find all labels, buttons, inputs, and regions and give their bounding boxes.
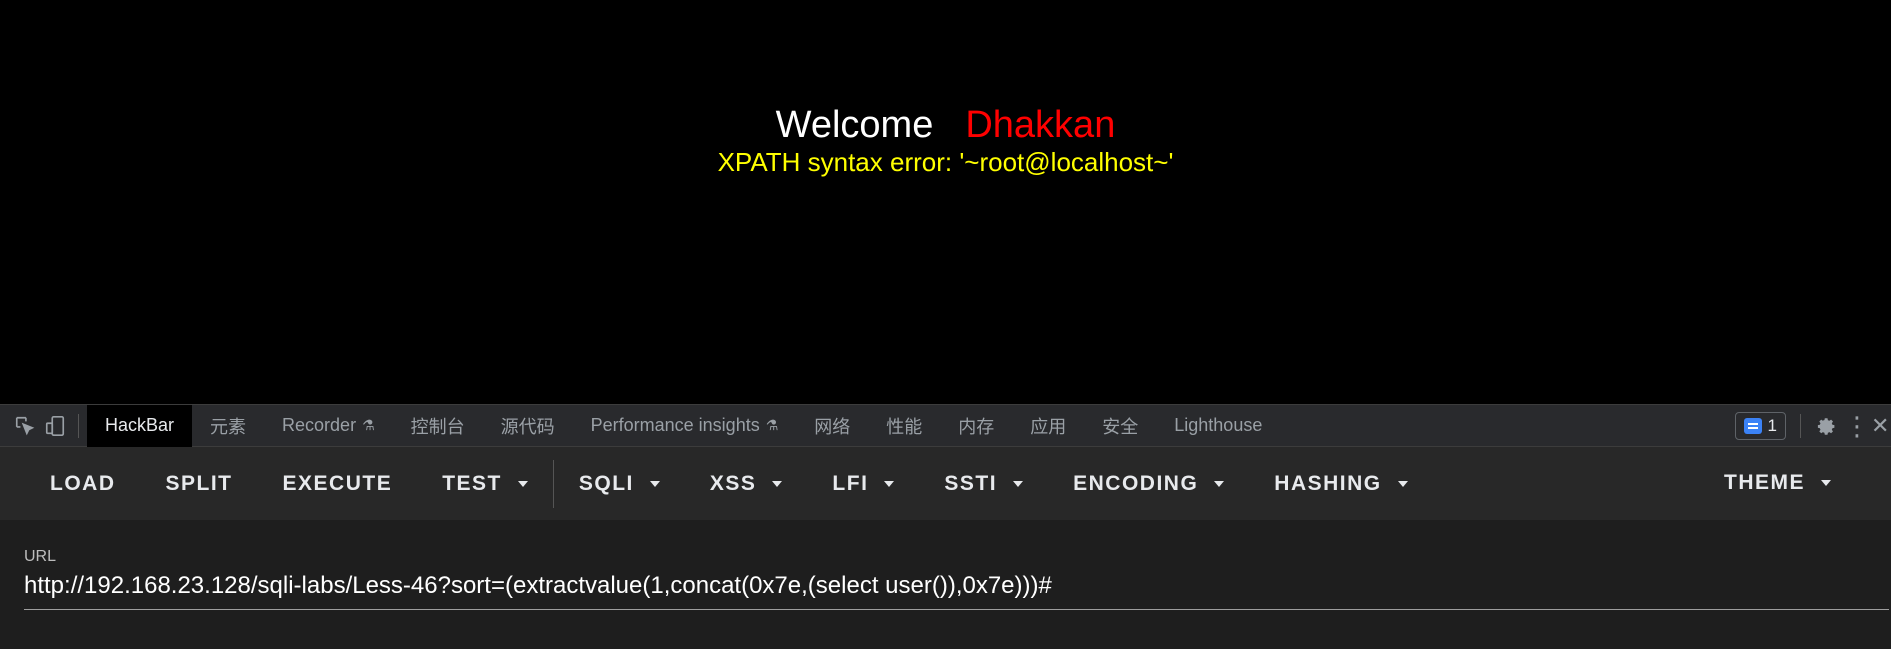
right-separator bbox=[1800, 414, 1801, 438]
issues-count: 1 bbox=[1767, 416, 1777, 435]
tab-label: 元素 bbox=[210, 416, 247, 437]
sqli-dropdown[interactable]: SQLI bbox=[554, 460, 685, 508]
page-viewport: Welcome Dhakkan XPATH syntax error: '~roo… bbox=[0, 0, 1891, 404]
devtools-panel: HackBar 元素 Recorder ⚗ 控制台 源代码 Performance insi… bbox=[0, 404, 1891, 649]
encoding-dropdown[interactable]: ENCODING bbox=[1048, 460, 1249, 508]
tab-label: 安全 bbox=[1102, 416, 1139, 437]
message-icon bbox=[1743, 418, 1762, 434]
tab-1[interactable]: 元素 bbox=[192, 405, 264, 447]
inspect-element-icon[interactable] bbox=[10, 405, 40, 447]
xss-dropdown[interactable]: XSS bbox=[685, 460, 808, 508]
tab-label: 源代码 bbox=[500, 416, 555, 437]
tab-label: 内存 bbox=[958, 416, 995, 437]
hashing-label: HASHING bbox=[1274, 471, 1382, 495]
test-label: TEST bbox=[442, 471, 502, 495]
chevron-down-icon bbox=[649, 480, 660, 487]
close-devtools-icon[interactable]: ✕ bbox=[1871, 405, 1891, 447]
theme-label: THEME bbox=[1724, 471, 1805, 494]
ssti-dropdown[interactable]: SSTI bbox=[919, 460, 1048, 508]
load-label: LOAD bbox=[50, 471, 116, 495]
more-options-icon[interactable]: ⋮ bbox=[1843, 405, 1871, 447]
tab-0[interactable]: HackBar bbox=[87, 404, 193, 447]
device-toolbar-icon[interactable] bbox=[40, 405, 70, 447]
tab-8[interactable]: 内存 bbox=[940, 405, 1012, 447]
sqli-label: SQLI bbox=[578, 471, 634, 495]
tab-label: 应用 bbox=[1030, 416, 1067, 437]
error-message: XPATH syntax error: '~root@localhost~' bbox=[717, 147, 1174, 177]
encoding-label: ENCODING bbox=[1073, 471, 1199, 495]
tab-label: 网络 bbox=[814, 416, 851, 437]
tab-label: 控制台 bbox=[410, 416, 465, 437]
tab-label: HackBar bbox=[105, 415, 175, 435]
execute-button[interactable]: EXECUTE bbox=[258, 460, 418, 508]
devtools-tab-list: HackBar 元素 Recorder ⚗ 控制台 源代码 Performance insi… bbox=[87, 404, 1280, 447]
url-underline bbox=[24, 609, 1889, 610]
tab-label: Recorder bbox=[282, 415, 357, 435]
chevron-down-icon bbox=[884, 480, 895, 487]
lfi-dropdown[interactable]: LFI bbox=[807, 460, 919, 508]
flask-icon: ⚗ bbox=[362, 417, 375, 433]
tab-label: Performance insights bbox=[590, 415, 760, 435]
tab-6[interactable]: 网络 bbox=[796, 405, 868, 447]
xss-label: XSS bbox=[709, 471, 757, 495]
url-panel: URL http://192.168.23.128/sqli-labs/Less… bbox=[0, 520, 1891, 649]
tab-label: Lighthouse bbox=[1174, 415, 1263, 435]
chevron-down-icon bbox=[1397, 480, 1408, 487]
test-dropdown[interactable]: TEST bbox=[417, 460, 553, 508]
tab-5[interactable]: Performance insights ⚗ bbox=[573, 405, 797, 447]
ssti-label: SSTI bbox=[944, 471, 998, 495]
chevron-down-icon bbox=[1821, 480, 1831, 486]
tab-label: 性能 bbox=[886, 416, 923, 437]
split-button[interactable]: SPLIT bbox=[141, 460, 258, 508]
load-button[interactable]: LOAD bbox=[25, 460, 141, 508]
gear-icon[interactable] bbox=[1807, 405, 1843, 447]
split-label: SPLIT bbox=[165, 471, 233, 495]
execute-label: EXECUTE bbox=[282, 471, 393, 495]
tab-4[interactable]: 源代码 bbox=[483, 405, 573, 447]
welcome-line: Welcome Dhakkan bbox=[0, 102, 1891, 148]
url-label: URL bbox=[24, 548, 57, 565]
devtools-tabbar: HackBar 元素 Recorder ⚗ 控制台 源代码 Performance insi… bbox=[0, 404, 1891, 447]
hashing-dropdown[interactable]: HASHING bbox=[1249, 460, 1432, 508]
lfi-label: LFI bbox=[832, 471, 869, 495]
tabbar-separator bbox=[78, 413, 79, 438]
hackbar-toolbar: LOAD SPLIT EXECUTE TEST SQLI XSS LFI SST… bbox=[0, 447, 1891, 520]
chevron-down-icon bbox=[517, 480, 528, 487]
chevron-down-icon bbox=[1214, 480, 1225, 487]
flask-icon: ⚗ bbox=[765, 417, 779, 433]
tab-2[interactable]: Recorder ⚗ bbox=[264, 405, 393, 447]
url-input[interactable]: http://192.168.23.128/sqli-labs/Less-46?… bbox=[24, 570, 1884, 602]
tab-3[interactable]: 控制台 bbox=[393, 405, 483, 447]
tab-10[interactable]: 安全 bbox=[1084, 405, 1156, 447]
welcome-name: Dhakkan bbox=[965, 104, 1116, 146]
issues-button[interactable]: 1 bbox=[1734, 412, 1786, 440]
welcome-text: Welcome bbox=[775, 104, 934, 146]
tabbar-right-controls: 1 ⋮ ✕ bbox=[1734, 405, 1891, 447]
tab-11[interactable]: Lighthouse bbox=[1156, 405, 1280, 447]
chevron-down-icon bbox=[1013, 480, 1024, 487]
chevron-down-icon bbox=[772, 480, 783, 487]
tab-7[interactable]: 性能 bbox=[868, 405, 940, 447]
tab-9[interactable]: 应用 bbox=[1012, 405, 1084, 447]
theme-dropdown[interactable]: THEME bbox=[1699, 459, 1856, 507]
